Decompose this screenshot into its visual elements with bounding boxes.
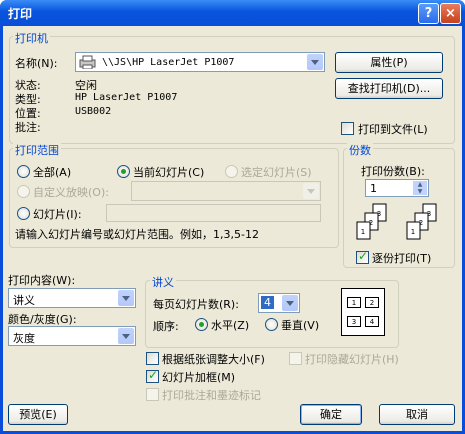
collate-checkbox[interactable]: [356, 249, 369, 264]
scale-to-fit-label[interactable]: 根据纸张调整大小(F): [162, 351, 265, 367]
custom-show-select[interactable]: [131, 181, 321, 201]
spin-down-icon[interactable]: ▼: [413, 188, 427, 195]
print-to-file-checkbox[interactable]: [341, 122, 354, 135]
title-bar[interactable]: 打印 ? ×: [0, 0, 465, 26]
print-hidden-label[interactable]: 打印隐藏幻灯片(H): [305, 351, 399, 367]
handouts-group-label: 讲义: [150, 274, 176, 290]
status-value: 空闲: [75, 79, 97, 92]
per-page-select[interactable]: 4: [258, 293, 300, 313]
print-comments-checkbox[interactable]: [146, 388, 159, 401]
svg-text:1: 1: [361, 228, 365, 236]
help-button[interactable]: ?: [418, 3, 439, 24]
print-what-label: 打印内容(W):: [8, 274, 76, 287]
per-page-label: 每页幻灯片数(R):: [153, 298, 239, 311]
preview-cell: 2: [365, 297, 379, 308]
chevron-down-icon[interactable]: [118, 290, 134, 306]
range-all-radio[interactable]: [17, 165, 30, 178]
order-horizontal-radio[interactable]: [195, 318, 208, 331]
color-select[interactable]: 灰度: [8, 326, 136, 346]
type-value: HP LaserJet P1007: [75, 92, 178, 103]
color-value: 灰度: [13, 332, 35, 345]
order-label: 顺序:: [153, 320, 179, 333]
print-hidden-checkbox[interactable]: [289, 352, 302, 365]
find-printer-button[interactable]: 查找打印机(D)...: [335, 78, 443, 99]
comment-label: 批注:: [15, 121, 41, 134]
copies-label: 打印份数(B):: [361, 165, 425, 178]
close-button[interactable]: ×: [440, 3, 461, 24]
range-custom-label[interactable]: 自定义放映(O):: [33, 184, 109, 200]
per-page-value: 4: [261, 296, 274, 309]
order-horizontal-label[interactable]: 水平(Z): [211, 317, 249, 333]
preview-cell: 4: [365, 316, 379, 327]
print-range-group-label: 打印范围: [13, 142, 61, 158]
print-dialog: 打印 ? × 打印机 名称(N): \\JS\HP LaserJet P1007…: [0, 0, 465, 434]
order-vertical-label[interactable]: 垂直(V): [281, 317, 319, 333]
where-value: USB002: [75, 106, 112, 117]
collate-label[interactable]: 逐份打印(T): [372, 250, 431, 266]
range-selection-radio[interactable]: [225, 165, 238, 178]
copies-value: 1: [370, 182, 377, 195]
chevron-down-icon[interactable]: [118, 328, 134, 344]
order-vertical-radio[interactable]: [265, 318, 278, 331]
copies-group-label: 份数: [347, 142, 373, 158]
range-custom-radio[interactable]: [17, 185, 30, 198]
svg-text:1: 1: [411, 228, 415, 236]
printer-name-value: \\JS\HP LaserJet P1007: [102, 57, 235, 68]
printer-group-label: 打印机: [13, 30, 50, 46]
chevron-down-icon[interactable]: [282, 295, 298, 311]
range-all-label[interactable]: 全部(A): [33, 164, 71, 180]
collate-preview-icon: 3 2 1 3 2 1: [356, 203, 437, 240]
copies-spinner[interactable]: 1 ▲ ▼: [365, 179, 429, 197]
properties-button[interactable]: 属性(P): [335, 52, 443, 73]
cancel-button[interactable]: 取消: [379, 404, 455, 425]
print-to-file-label[interactable]: 打印到文件(L): [358, 121, 428, 137]
spin-up-icon[interactable]: ▲: [413, 181, 427, 188]
preview-cell: 3: [347, 316, 361, 327]
printer-name-select[interactable]: \\JS\HP LaserJet P1007: [75, 52, 325, 72]
range-slides-radio[interactable]: [17, 207, 30, 220]
print-comments-label[interactable]: 打印批注和墨迹标记: [162, 387, 261, 403]
slides-input[interactable]: [106, 204, 321, 222]
print-what-select[interactable]: 讲义: [8, 288, 136, 308]
printer-icon: [79, 55, 97, 72]
range-hint: 请输入幻灯片编号或幻灯片范围。例如，1,3,5-12: [15, 228, 259, 241]
range-current-label[interactable]: 当前幻灯片(C): [133, 164, 204, 180]
dialog-body: 打印机 名称(N): \\JS\HP LaserJet P1007 属性(P) …: [3, 26, 462, 431]
chevron-down-icon[interactable]: [307, 54, 323, 70]
range-selection-label[interactable]: 选定幻灯片(S): [241, 164, 312, 180]
chevron-down-icon[interactable]: [303, 183, 319, 199]
range-slides-label[interactable]: 幻灯片(I):: [33, 206, 82, 222]
handout-layout-preview: 1 2 3 4: [341, 288, 385, 336]
preview-cell: 1: [347, 297, 361, 308]
frame-slides-label[interactable]: 幻灯片加框(M): [162, 369, 235, 385]
frame-slides-checkbox[interactable]: [146, 368, 159, 383]
window-title: 打印: [8, 7, 33, 21]
scale-to-fit-checkbox[interactable]: [146, 352, 159, 365]
ok-button[interactable]: 确定: [300, 404, 362, 425]
preview-button[interactable]: 预览(E): [8, 404, 68, 425]
range-current-radio[interactable]: [117, 165, 130, 178]
color-label: 颜色/灰度(G):: [8, 313, 77, 326]
printer-name-label: 名称(N):: [15, 57, 58, 70]
print-what-value: 讲义: [13, 294, 35, 307]
